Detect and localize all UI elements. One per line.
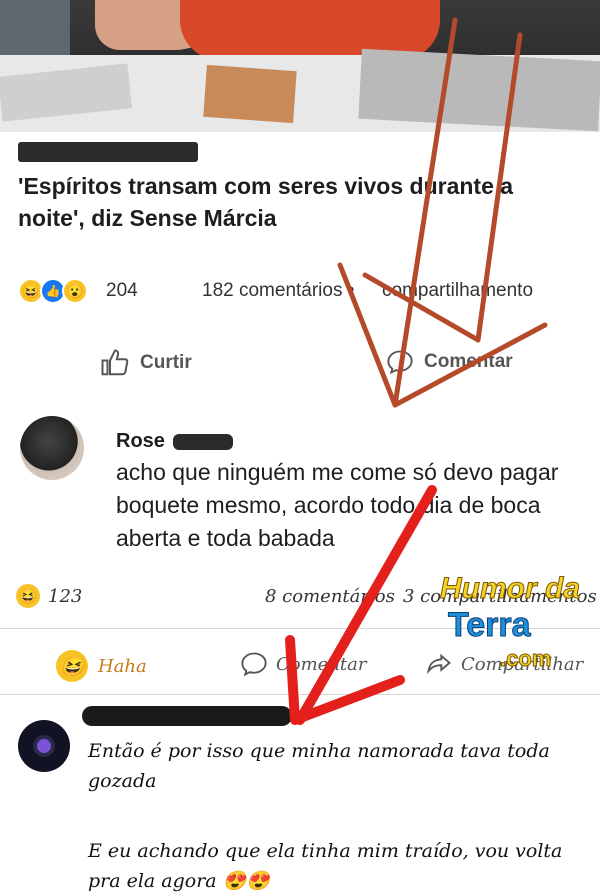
reaction-count[interactable]: 123 (48, 586, 82, 607)
like-icon (101, 349, 129, 376)
comment-text: acho que ninguém me come só devo pagar b… (116, 459, 559, 551)
post-photo[interactable] (0, 0, 600, 132)
comment-line: E eu achando que ela tinha mim traído, v… (88, 840, 563, 892)
haha-label: Haha (98, 655, 147, 677)
author-name: Rose (116, 430, 165, 452)
comment-button[interactable]: Comentar (386, 348, 513, 376)
comment-icon (387, 350, 413, 375)
comments-count[interactable]: 8 comentários (265, 586, 395, 607)
comment-button[interactable]: Comentar (240, 650, 367, 678)
comment-text: Então é por isso que minha namorada tava… (88, 736, 588, 896)
reaction-count[interactable]: 204 (106, 280, 138, 302)
comments-count[interactable]: 182 comentários • (202, 280, 354, 302)
avatar-image (37, 739, 51, 753)
post-reactions[interactable]: 😆 👍 😮 (18, 278, 88, 304)
comment-author[interactable]: Rose (116, 430, 233, 453)
watermark-line: Terra (448, 606, 532, 645)
like-label: Curtir (140, 352, 192, 373)
comment-label: Comentar (424, 351, 513, 372)
haha-emoji-icon: 😆 (16, 584, 40, 608)
avatar[interactable] (18, 720, 70, 772)
haha-emoji-icon: 😆 (56, 650, 88, 682)
watermark-logo: Humor da Terra .com (439, 572, 595, 682)
post-headline[interactable]: 'Espíritos transam com seres vivos duran… (18, 170, 578, 234)
watermark-line: Humor da (439, 572, 581, 606)
wow-emoji-icon: 😮 (62, 278, 88, 304)
photo-newspaper (203, 64, 297, 124)
haha-button[interactable]: 😆 Haha (56, 650, 147, 682)
redacted-source-name (18, 142, 198, 162)
comment-icon (241, 652, 267, 677)
comment-reactions[interactable]: 😆 (16, 584, 40, 608)
divider (0, 694, 600, 695)
watermark-line: .com (499, 646, 552, 672)
avatar[interactable] (20, 416, 84, 480)
redacted-surname (172, 433, 233, 450)
comment-label: Comentar (276, 653, 367, 675)
shares-count[interactable]: compartilhamento (382, 280, 533, 302)
photo-newspaper (358, 48, 600, 132)
redacted-author-name (82, 706, 292, 726)
like-button[interactable]: Curtir (100, 348, 192, 378)
comment-line: Então é por isso que minha namorada tava… (88, 740, 550, 792)
